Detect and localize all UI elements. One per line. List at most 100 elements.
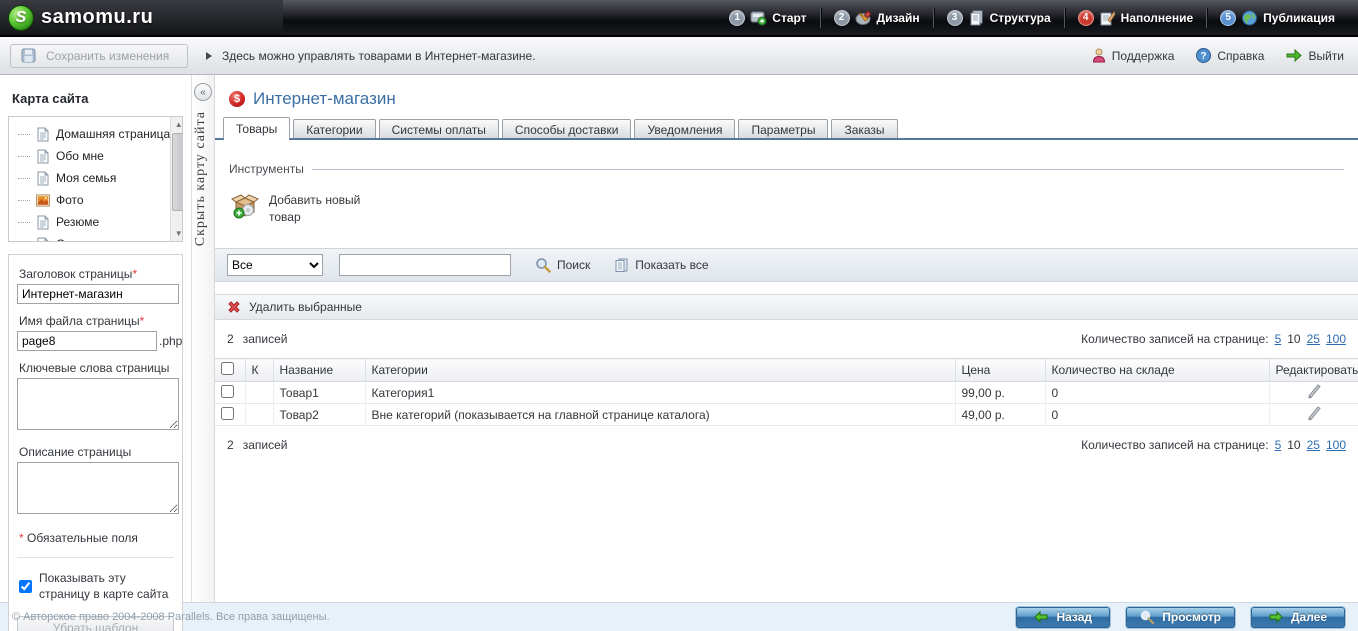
- sitemap-sidebar: Карта сайта Домашняя страница Обо мне Мо…: [0, 75, 192, 631]
- search-filter-select[interactable]: Все: [227, 254, 323, 276]
- save-changes-button[interactable]: Сохранить изменения: [10, 43, 188, 68]
- page-title: Интернет-магазин: [253, 89, 396, 108]
- tab-products[interactable]: Товары: [223, 117, 291, 141]
- content-icon: [1100, 10, 1116, 25]
- tree-item-family[interactable]: Моя семья: [16, 167, 170, 189]
- preview-button[interactable]: Просмотр: [1125, 605, 1236, 629]
- tree-item-home[interactable]: Домашняя страница: [16, 123, 170, 145]
- tab-categories[interactable]: Категории: [293, 119, 376, 139]
- step-publish[interactable]: 5 Публикация: [1207, 0, 1348, 35]
- step-content[interactable]: 4 Наполнение: [1065, 0, 1206, 35]
- page-title-field[interactable]: [17, 284, 179, 304]
- page-icon: [37, 127, 49, 141]
- tree-scrollbar[interactable]: ▲ ▼: [170, 117, 182, 241]
- select-all-checkbox[interactable]: [221, 362, 234, 375]
- tree-item-photo[interactable]: Фото: [16, 189, 170, 211]
- cell-price: 99,00 р.: [954, 381, 1045, 404]
- step-design[interactable]: 2 Дизайн: [821, 0, 933, 35]
- preview-magnifier-icon: [1140, 610, 1155, 624]
- show-all-button[interactable]: Показать все: [614, 258, 709, 273]
- exit-label: Выйти: [1308, 48, 1344, 63]
- step-start[interactable]: 1 Старт: [716, 0, 819, 35]
- page-size-10: 10: [1287, 332, 1301, 346]
- required-mark: *: [139, 314, 145, 328]
- logo[interactable]: S samomu.ru: [0, 0, 284, 35]
- scrollbar-thumb[interactable]: [172, 133, 182, 211]
- help-link[interactable]: ? Справка: [1196, 48, 1264, 63]
- keywords-field[interactable]: [17, 378, 179, 430]
- page-title-field-label: Заголовок страницы*: [19, 267, 138, 281]
- edit-pencil-icon[interactable]: [1306, 383, 1322, 399]
- tab-orders[interactable]: Заказы: [831, 119, 898, 139]
- wizard-buttons: Назад Просмотр Далее: [1015, 605, 1358, 629]
- hint-arrow-icon: [206, 51, 212, 60]
- shop-dollar-icon: $: [229, 91, 245, 107]
- step-content-label: Наполнение: [1120, 10, 1194, 25]
- step-publish-label: Публикация: [1263, 10, 1335, 25]
- records-count: 2 записей: [227, 438, 288, 452]
- tab-notifications[interactable]: Уведомления: [634, 119, 736, 139]
- show-in-sitemap-row[interactable]: Показывать эту страницу в карте сайта: [19, 570, 174, 602]
- header-name: Название: [272, 358, 365, 382]
- footer-bar: © Авторское право 2004-2008 Parallels. В…: [0, 602, 1358, 631]
- search-input[interactable]: [339, 254, 511, 276]
- description-field[interactable]: [17, 462, 179, 514]
- row-checkbox[interactable]: [221, 384, 234, 398]
- tools-legend: Инструменты: [229, 162, 304, 176]
- sitemap-title: Карта сайта: [12, 91, 89, 106]
- pagination-label: Количество записей на странице:: [1081, 332, 1269, 346]
- add-product-link[interactable]: Добавить новый товар: [231, 192, 431, 226]
- collapse-sitemap-label[interactable]: Скрыть карту сайта: [193, 111, 209, 246]
- file-name-field[interactable]: [17, 331, 157, 351]
- sitemap-tree-list: Домашняя страница Обо мне Моя семья Фото: [9, 117, 170, 241]
- table-header-row: К Название Категории Цена Количество на …: [215, 358, 1358, 382]
- edit-pencil-icon[interactable]: [1306, 405, 1322, 421]
- show-in-sitemap-checkbox[interactable]: [19, 571, 32, 602]
- top-bar: S samomu.ru 1 Старт 2 Дизайн 3 Структура…: [0, 0, 1358, 37]
- step-start-label: Старт: [772, 10, 807, 25]
- structure-icon: [970, 10, 983, 25]
- save-changes-label: Сохранить изменения: [46, 48, 170, 63]
- page-size-5[interactable]: 5: [1275, 438, 1282, 452]
- page-size-25[interactable]: 25: [1307, 438, 1320, 452]
- exit-link[interactable]: Выйти: [1286, 49, 1344, 63]
- toolbar-right: Поддержка ? Справка Выйти: [1092, 48, 1358, 63]
- search-button[interactable]: Поиск: [535, 257, 590, 273]
- search-label: Поиск: [557, 258, 591, 272]
- tab-parameters[interactable]: Параметры: [738, 119, 829, 139]
- header-k: К: [244, 358, 273, 382]
- tree-item-about[interactable]: Обо мне: [16, 145, 170, 167]
- row-checkbox[interactable]: [221, 406, 234, 420]
- help-label: Справка: [1217, 48, 1265, 63]
- step-structure[interactable]: 3 Структура: [934, 0, 1064, 35]
- records-summary-bottom: 2 записей Количество записей на странице:…: [215, 426, 1358, 464]
- page-size-100[interactable]: 100: [1326, 438, 1346, 452]
- back-button[interactable]: Назад: [1015, 605, 1112, 629]
- tree-item-label: Фото: [56, 193, 84, 207]
- tab-delivery-methods[interactable]: Способы доставки: [501, 119, 632, 139]
- show-all-label: Показать все: [635, 258, 709, 272]
- tab-payment-systems[interactable]: Системы оплаты: [378, 119, 499, 139]
- pagination-bottom: Количество записей на странице: 5 10 25 …: [1081, 438, 1346, 452]
- tree-item-resume[interactable]: Резюме: [16, 211, 170, 233]
- logo-text: samomu.ru: [41, 6, 154, 28]
- add-product-icon: [231, 194, 259, 219]
- svg-text:?: ?: [1201, 51, 1207, 62]
- tree-item-links[interactable]: Ссылки: [16, 233, 170, 241]
- next-button[interactable]: Далее: [1250, 605, 1346, 629]
- scroll-up-arrow[interactable]: ▲: [171, 117, 182, 132]
- page-size-25[interactable]: 25: [1307, 332, 1320, 346]
- page-icon: [37, 215, 49, 229]
- page-size-5[interactable]: 5: [1275, 332, 1282, 346]
- collapse-sitemap-button[interactable]: «: [194, 83, 212, 101]
- scroll-down-arrow[interactable]: ▼: [171, 226, 182, 241]
- publish-icon: [1242, 10, 1258, 25]
- delete-selected-button[interactable]: Удалить выбранные: [215, 294, 1358, 320]
- tree-item-label: Резюме: [56, 215, 100, 229]
- design-icon: [855, 10, 872, 25]
- page-size-100[interactable]: 100: [1326, 332, 1346, 346]
- keywords-field-label: Ключевые слова страницы: [19, 361, 170, 375]
- support-link[interactable]: Поддержка: [1092, 48, 1174, 63]
- cell-k: [244, 381, 273, 404]
- cell-categories: Вне категорий (показывается на главной с…: [364, 403, 955, 426]
